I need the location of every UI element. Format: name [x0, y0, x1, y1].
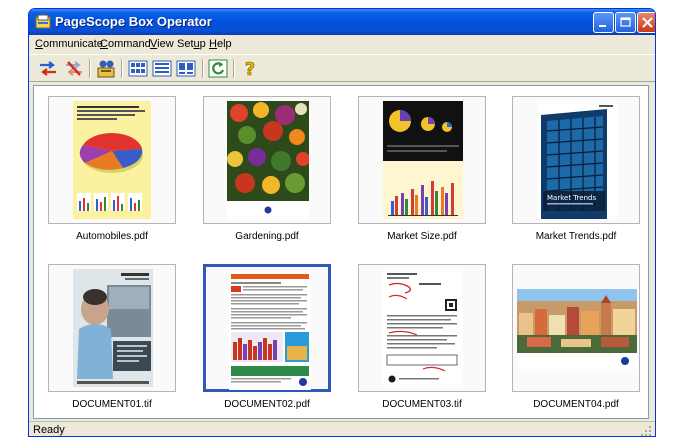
- box-login-icon[interactable]: [95, 58, 117, 79]
- file-name: DOCUMENT02.pdf: [224, 399, 310, 410]
- app-icon: [35, 14, 51, 30]
- close-button[interactable]: [637, 12, 655, 33]
- thumbnail-frame[interactable]: [512, 264, 640, 392]
- thumbnail-frame[interactable]: [48, 96, 176, 224]
- document01-thumbnail: [73, 269, 153, 387]
- details-view-icon[interactable]: [151, 58, 173, 79]
- connect-icon[interactable]: [37, 58, 59, 79]
- help-icon[interactable]: ?: [239, 58, 261, 79]
- file-name: Market Trends.pdf: [535, 231, 617, 242]
- menu-setup[interactable]: Setup: [177, 38, 206, 50]
- file-name: DOCUMENT03.tif: [382, 399, 462, 410]
- market-trends-thumbnail: Market Trends: [537, 101, 617, 219]
- gardening-thumbnail: [227, 101, 309, 219]
- menu-help[interactable]: Help: [209, 38, 232, 50]
- status-bar: Ready: [29, 421, 655, 437]
- menu-communicate[interactable]: Communicate: [35, 38, 103, 50]
- maximize-button[interactable]: [615, 12, 636, 33]
- minimize-button[interactable]: [593, 12, 614, 33]
- thumbnail-frame[interactable]: [358, 96, 486, 224]
- window-title: PageScope Box Operator: [55, 14, 212, 29]
- title-bar[interactable]: PageScope Box Operator: [29, 9, 655, 35]
- file-name: DOCUMENT04.pdf: [533, 399, 619, 410]
- document03-thumbnail: [383, 269, 463, 387]
- large-icons-view-icon[interactable]: [127, 58, 149, 79]
- refresh-icon[interactable]: [207, 58, 229, 79]
- toolbar: ?: [29, 54, 655, 82]
- document04-thumbnail: [517, 289, 637, 369]
- thumbnail-frame[interactable]: [203, 96, 331, 224]
- disconnect-icon[interactable]: [63, 58, 85, 79]
- thumbnail-view-icon[interactable]: [175, 58, 197, 79]
- menu-bar: Communicate Command View Setup Help: [29, 35, 655, 54]
- file-name: DOCUMENT01.tif: [72, 399, 152, 410]
- file-name: Market Size.pdf: [387, 231, 457, 242]
- thumbnail-frame[interactable]: [358, 264, 486, 392]
- app-window: PageScope Box Operator Communicate Comma…: [28, 8, 656, 437]
- thumbnail-frame[interactable]: [203, 264, 331, 392]
- file-name: Gardening.pdf: [235, 231, 299, 242]
- file-name: Automobiles.pdf: [76, 231, 148, 242]
- file-view-pane[interactable]: Automobiles.pdf Gardening.pdf Market Siz…: [33, 85, 649, 419]
- document02-thumbnail: [229, 272, 311, 390]
- market-size-thumbnail: [383, 101, 463, 219]
- svg-text:?: ?: [245, 59, 255, 79]
- menu-view[interactable]: View: [150, 38, 174, 50]
- menu-command[interactable]: Command: [100, 38, 151, 50]
- automobiles-thumbnail: [73, 101, 151, 219]
- resize-grip-icon[interactable]: [640, 425, 652, 437]
- market-trends-heading: Market Trends: [547, 194, 596, 202]
- thumbnail-frame[interactable]: Market Trends: [512, 96, 640, 224]
- thumbnail-frame[interactable]: [48, 264, 176, 392]
- status-text: Ready: [33, 424, 65, 436]
